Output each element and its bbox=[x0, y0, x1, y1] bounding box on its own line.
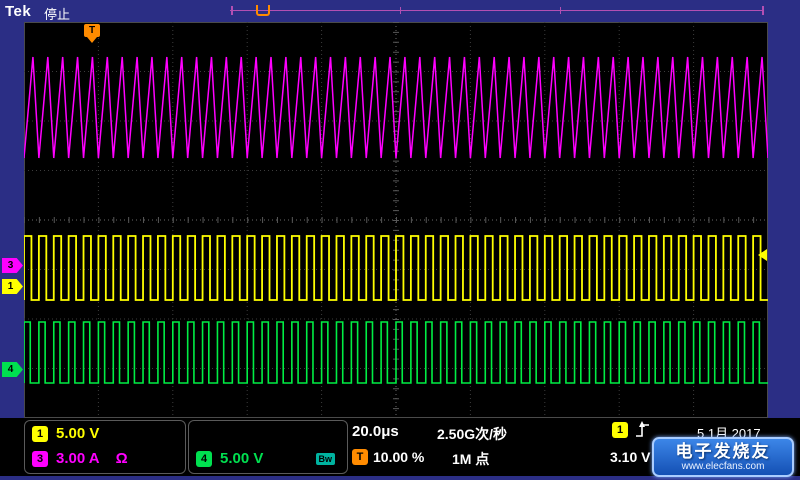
record-view-bracket-right bbox=[762, 6, 764, 15]
record-length-readout: 1M 点 bbox=[452, 449, 489, 469]
trigger-level-readout: 3.10 V bbox=[610, 449, 650, 465]
watermark-url: www.elecfans.com bbox=[682, 461, 765, 472]
channel-4-scale: 5.00 V bbox=[220, 450, 263, 467]
trigger-flag-pointer-icon bbox=[87, 37, 97, 43]
channel-1-scale: 5.00 V bbox=[56, 425, 99, 442]
timebase-readout: 20.0μs bbox=[352, 423, 399, 440]
channel-1-badge: 1 bbox=[32, 426, 48, 442]
channel-3-marker: 3 bbox=[2, 258, 23, 273]
record-view-bracket-left bbox=[231, 6, 233, 15]
waveform-display bbox=[24, 22, 768, 418]
channel-3-readout: 3 3.00 A Ω bbox=[32, 450, 128, 467]
horizontal-position-readout: 10.00 % bbox=[373, 449, 424, 465]
trigger-position-flag: T bbox=[84, 24, 100, 37]
horizontal-position-icon: T bbox=[352, 449, 368, 465]
sample-rate-readout: 2.50G次/秒 bbox=[437, 424, 507, 444]
record-view-trigger-marker bbox=[256, 5, 270, 16]
channel-3-impedance: Ω bbox=[116, 450, 128, 467]
channel-1-marker: 1 bbox=[2, 279, 23, 294]
tek-logo: Tek bbox=[5, 3, 31, 20]
channel-4-readout-box: 4 5.00 V Bw bbox=[188, 420, 348, 474]
channel-4-marker: 4 bbox=[2, 362, 23, 377]
acquisition-status: 停止 bbox=[44, 4, 70, 23]
vertical-readout-box: 1 5.00 V 3 3.00 A Ω bbox=[24, 420, 186, 474]
trigger-flag-label: T bbox=[89, 25, 95, 36]
channel-3-badge: 3 bbox=[32, 451, 48, 467]
channel-3-scale: 3.00 A bbox=[56, 450, 100, 467]
record-view-window-tick bbox=[560, 7, 561, 14]
record-view-line bbox=[230, 10, 764, 11]
channel-4-readout: 4 5.00 V Bw bbox=[196, 450, 347, 467]
graticule-area: T bbox=[24, 22, 768, 418]
bandwidth-limit-badge: Bw bbox=[316, 453, 336, 465]
trigger-source-badge: 1 bbox=[612, 422, 628, 438]
channel-4-badge: 4 bbox=[196, 451, 212, 467]
top-bar: Tek 停止 bbox=[0, 0, 800, 22]
channel-1-readout: 1 5.00 V bbox=[32, 425, 99, 442]
trigger-slope-icon bbox=[635, 420, 651, 440]
oscilloscope-display: Tek 停止 T 3 1 4 1 5.00 V 3 3.00 A Ω bbox=[0, 0, 800, 480]
record-view-center-tick bbox=[400, 7, 401, 14]
watermark-badge: 电子发烧友 www.elecfans.com bbox=[652, 437, 794, 477]
watermark-title: 电子发烧友 bbox=[676, 443, 771, 461]
trigger-level-arrow-icon bbox=[758, 249, 767, 261]
